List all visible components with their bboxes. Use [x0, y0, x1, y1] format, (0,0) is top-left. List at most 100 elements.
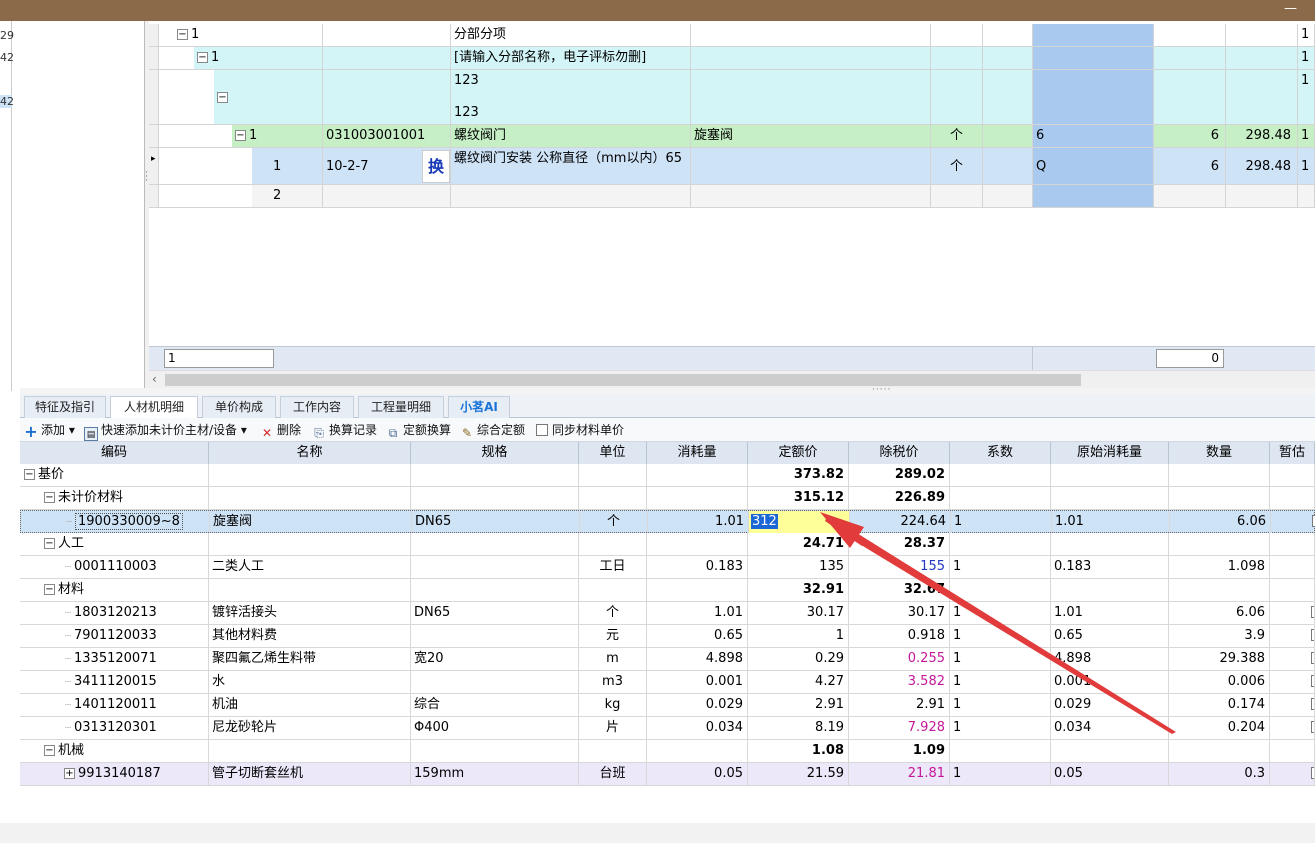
resource-cell-qty[interactable]	[1169, 487, 1270, 510]
collapse-icon[interactable]: −	[217, 92, 228, 103]
resource-cell-quota[interactable]: 135	[748, 556, 849, 579]
resource-cell-consume[interactable]: 0.65	[647, 625, 748, 648]
resource-cell-spec[interactable]: 159mm	[411, 763, 579, 786]
resource-cell-code[interactable]: − 未计价材料	[20, 487, 209, 510]
resource-cell-qty[interactable]: 3.9	[1169, 625, 1270, 648]
resource-cell-coef[interactable]	[950, 464, 1051, 487]
resource-cell-tax[interactable]: 28.37	[849, 533, 950, 556]
resource-cell-quota[interactable]: 315.12	[748, 487, 849, 510]
bill-row[interactable]: − 123 123 1	[149, 70, 1315, 125]
bill-cell-qty_expr[interactable]: Q	[1033, 148, 1154, 184]
resource-cell-orig[interactable]: 0.05	[1051, 763, 1169, 786]
resource-cell-est[interactable]	[1270, 648, 1315, 671]
row-selector[interactable]	[149, 125, 159, 147]
bill-cell-seq[interactable]: 2	[252, 185, 323, 207]
estimate-checkbox[interactable]	[1311, 698, 1314, 710]
resource-cell-unit[interactable]: 工日	[579, 556, 647, 579]
footer-right-input[interactable]: 0	[1156, 349, 1224, 368]
resource-cell-code[interactable]: ┈ 1900330009~8	[21, 511, 210, 534]
resource-cell-coef[interactable]: 1	[950, 625, 1051, 648]
resource-cell-qty[interactable]	[1169, 464, 1270, 487]
minimize-icon[interactable]: —	[1284, 0, 1297, 18]
collapse-icon[interactable]: −	[44, 745, 55, 756]
row-selector[interactable]: ▸	[149, 148, 159, 184]
resource-cell-coef[interactable]: 1	[950, 556, 1051, 579]
bill-cell-code[interactable]: 031003001001	[323, 125, 451, 147]
resource-cell-consume[interactable]	[647, 740, 748, 763]
bill-cell-unit[interactable]	[931, 70, 983, 124]
column-header[interactable]: 原始消耗量	[1051, 442, 1169, 464]
resource-cell-quota[interactable]: 1	[748, 625, 849, 648]
resource-cell-tax[interactable]: 30.17	[849, 602, 950, 625]
bill-cell-price[interactable]	[1226, 47, 1298, 69]
bill-cell-extra[interactable]: 1	[1298, 24, 1315, 46]
column-header[interactable]: 单位	[579, 442, 647, 464]
bill-cell-extra[interactable]: 1	[1298, 47, 1315, 69]
bill-cell-extra[interactable]	[1298, 185, 1315, 207]
resource-cell-consume[interactable]: 0.183	[647, 556, 748, 579]
resource-cell-est[interactable]	[1271, 511, 1315, 534]
estimate-checkbox[interactable]	[1311, 606, 1314, 618]
bill-row[interactable]: −1 [请输入分部名称，电子评标勿删] 1	[149, 47, 1315, 70]
resource-cell-unit[interactable]: 元	[579, 625, 647, 648]
resource-cell-consume[interactable]	[647, 579, 748, 602]
resource-cell-qty[interactable]: 0.3	[1169, 763, 1270, 786]
bill-cell-spec[interactable]: 旋塞阀	[691, 125, 931, 147]
estimate-checkbox[interactable]	[1311, 629, 1314, 641]
resource-cell-qty[interactable]: 1.098	[1169, 556, 1270, 579]
resource-cell-name[interactable]	[209, 740, 411, 763]
bill-row[interactable]: −1 031003001001 螺纹阀门 旋塞阀个 6 6 298.48 1	[149, 125, 1315, 148]
bill-cell-blank[interactable]	[983, 185, 1033, 207]
resource-cell-orig[interactable]: 0.001	[1051, 671, 1169, 694]
bill-cell-qty[interactable]	[1154, 47, 1226, 69]
column-header[interactable]: 规格	[411, 442, 579, 464]
resource-grid[interactable]: 编码 名称 规格 单位 消耗量 定额价 除税价 系数 原始消耗量 数量 暂估 − 基价 373.82 289…	[20, 442, 1315, 822]
resource-cell-qty[interactable]	[1169, 579, 1270, 602]
resource-cell-coef[interactable]: 1	[950, 648, 1051, 671]
resource-cell-coef[interactable]: 1	[950, 717, 1051, 740]
resource-cell-orig[interactable]	[1051, 464, 1169, 487]
resource-cell-est[interactable]	[1270, 602, 1315, 625]
resource-cell-unit[interactable]	[579, 487, 647, 510]
resource-cell-quota[interactable]: 32.91	[748, 579, 849, 602]
resource-cell-name[interactable]	[209, 487, 411, 510]
resource-cell-orig[interactable]: 0.65	[1051, 625, 1169, 648]
bill-cell-qty_expr[interactable]	[1033, 24, 1154, 46]
resource-cell-unit[interactable]: 片	[579, 717, 647, 740]
resource-cell-spec[interactable]	[411, 671, 579, 694]
resource-cell-spec[interactable]: Φ400	[411, 717, 579, 740]
bill-cell-spec[interactable]	[691, 148, 931, 184]
resource-cell-unit[interactable]: m	[579, 648, 647, 671]
sync-price-checkbox[interactable]: 同步材料单价	[536, 421, 624, 439]
convert-badge-icon[interactable]: 换	[422, 150, 450, 183]
bill-cell-code[interactable]	[323, 24, 451, 46]
add-button[interactable]: + 添加 ▾	[24, 421, 75, 440]
resource-cell-spec[interactable]: 宽20	[411, 648, 579, 671]
resource-cell-quota[interactable]: 1.08	[748, 740, 849, 763]
resource-cell-est[interactable]	[1270, 671, 1315, 694]
bill-cell-price[interactable]: 298.48	[1226, 125, 1298, 147]
resource-cell-coef[interactable]: 1	[950, 671, 1051, 694]
bill-cell-name[interactable]	[451, 185, 691, 207]
resource-cell-spec[interactable]	[411, 740, 579, 763]
resource-cell-name[interactable]	[209, 533, 411, 556]
quota-convert-button[interactable]: ⧉ 定额换算	[386, 421, 451, 440]
bill-cell-unit[interactable]	[931, 47, 983, 69]
resource-cell-est[interactable]	[1270, 740, 1315, 763]
resource-cell-tax[interactable]: 289.02	[849, 464, 950, 487]
bill-cell-name[interactable]: 螺纹阀门安装 公称直径（mm以内）65	[451, 148, 691, 184]
resource-row[interactable]: ┈ 0313120301 尼龙砂轮片 Φ400 片 0.034 8.19 7.928 1 0.03…	[20, 717, 1315, 740]
bill-cell-seq[interactable]: −	[214, 70, 323, 124]
bill-cell-price[interactable]: 298.48	[1226, 148, 1298, 184]
resource-cell-orig[interactable]: 4.898	[1051, 648, 1169, 671]
collapse-icon[interactable]: −	[197, 52, 208, 63]
resource-cell-quota[interactable]: 30.17	[748, 602, 849, 625]
quick-add-button[interactable]: ▤ 快速添加未计价主材/设备 ▾	[84, 421, 247, 441]
resource-cell-unit[interactable]: 个	[579, 602, 647, 625]
resource-cell-qty[interactable]: 0.174	[1169, 694, 1270, 717]
resource-cell-name[interactable]: 水	[209, 671, 411, 694]
bill-cell-qty_expr[interactable]: 6	[1033, 125, 1154, 147]
resource-cell-code[interactable]: − 材料	[20, 579, 209, 602]
resource-cell-coef[interactable]	[950, 579, 1051, 602]
resource-cell-est[interactable]	[1270, 625, 1315, 648]
